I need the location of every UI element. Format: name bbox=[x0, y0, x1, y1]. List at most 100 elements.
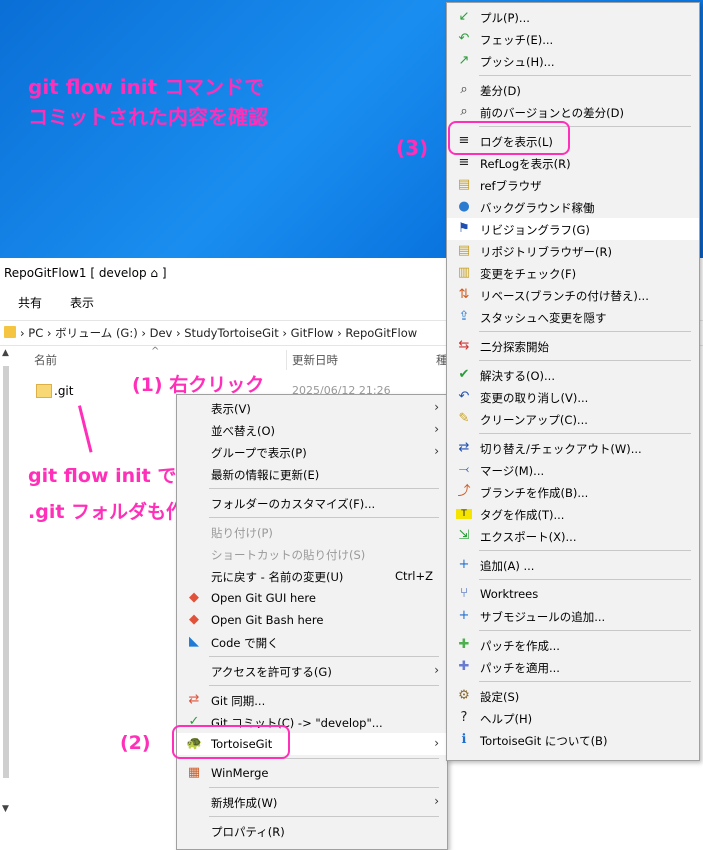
revision-graph-icon: ⚑ bbox=[458, 221, 470, 236]
menu-item-worktrees[interactable]: ⑂ Worktrees bbox=[447, 583, 699, 605]
menu-item-u[interactable]: 元に戻す - 名前の変更(U) Ctrl+Z bbox=[177, 565, 447, 587]
menu-item-15[interactable]: ⇪ スタッシュへ変更を隠す bbox=[447, 306, 699, 328]
pull-icon: ↙ bbox=[458, 9, 470, 24]
menu-item-reflog-r[interactable]: ≡ RefLogを表示(R) bbox=[447, 152, 699, 174]
menu-item-tortoisegit-b[interactable]: ℹ TortoiseGit について(B) bbox=[447, 729, 699, 751]
menu-separator bbox=[479, 75, 691, 76]
menu-item-label: refブラウザ bbox=[480, 179, 542, 193]
menu-item-e[interactable]: 最新の情報に更新(E) bbox=[177, 463, 447, 485]
menu-item-label: フォルダーのカスタマイズ(F)... bbox=[211, 497, 376, 511]
menu-item-label: アクセスを許可する(G) bbox=[211, 665, 332, 679]
menu-item-35[interactable]: ✚ パッチを適用... bbox=[447, 656, 699, 678]
menu-item-label: プッシュ(H)... bbox=[480, 55, 555, 69]
menu-item-g[interactable]: ⚑ リビジョングラフ(G) bbox=[447, 218, 699, 240]
about-icon: ℹ bbox=[461, 732, 467, 747]
menu-item-label: 二分探索開始 bbox=[480, 340, 549, 354]
menu-item-label: フェッチ(E)... bbox=[480, 33, 554, 47]
menu-item-32[interactable]: + サブモジュールの追加... bbox=[447, 605, 699, 627]
git-gui-icon: ◆ bbox=[189, 590, 199, 605]
menu-item-git[interactable]: ⇄ Git 同期... bbox=[177, 689, 447, 711]
scroll-down-icon[interactable]: ▼ bbox=[2, 804, 9, 814]
menu-item-10[interactable]: ● バックグラウンド稼働 bbox=[447, 196, 699, 218]
menu-item-d[interactable]: ⌕ 差分(D) bbox=[447, 79, 699, 101]
menu-item-v[interactable]: 表示(V) › bbox=[177, 397, 447, 419]
explorer-context-menu: 表示(V) › 並べ替え(O) › グループで表示(P) › 最新の情報に更新(E) フォルダ… bbox=[176, 394, 448, 850]
chevron-right-icon: › bbox=[434, 444, 439, 458]
menu-item-d[interactable]: ⌕ 前のバージョンとの差分(D) bbox=[447, 101, 699, 123]
vscode-icon: ◣ bbox=[189, 634, 199, 649]
menu-item-label: バックグラウンド稼働 bbox=[480, 201, 595, 215]
menu-item-f[interactable]: フォルダーのカスタマイズ(F)... bbox=[177, 492, 447, 514]
fetch-icon: ↶ bbox=[458, 31, 470, 46]
menu-item-e[interactable]: ↶ フェッチ(E)... bbox=[447, 28, 699, 50]
menu-item-p[interactable]: グループで表示(P) › bbox=[177, 441, 447, 463]
chevron-right-icon: › bbox=[434, 736, 439, 750]
menu-item-shortcut: Ctrl+Z bbox=[395, 569, 433, 583]
menu-item-w[interactable]: 新規作成(W) › bbox=[177, 791, 447, 813]
tortoisegit-submenu: ↙ プル(P)... ↶ フェッチ(E)... ↗ プッシュ(H)... ⌕ 差分(D) ⌕ 前の… bbox=[446, 2, 700, 761]
ribbon-tab-view[interactable]: 表示 bbox=[70, 294, 94, 311]
menu-item-h[interactable]: ? ヘルプ(H) bbox=[447, 707, 699, 729]
menu-item-m[interactable]: ⤙ マージ(M)... bbox=[447, 459, 699, 481]
menu-item-label: Git 同期... bbox=[211, 694, 266, 708]
note-git-line-1: git flow init で bbox=[28, 465, 177, 487]
note-line-2: コミットされた内容を確認 bbox=[28, 105, 268, 129]
vertical-scrollbar[interactable]: ▲ ▼ bbox=[0, 348, 12, 818]
menu-item-label: Worktrees bbox=[480, 587, 539, 601]
menu-item-x[interactable]: ⇲ エクスポート(X)... bbox=[447, 525, 699, 547]
menu-item-f[interactable]: ▥ 変更をチェック(F) bbox=[447, 262, 699, 284]
menu-item-winmerge[interactable]: ▦ WinMerge bbox=[177, 762, 447, 784]
tag-icon: T bbox=[456, 509, 472, 519]
menu-item-a[interactable]: + 追加(A) ... bbox=[447, 554, 699, 576]
menu-item-s[interactable]: ショートカットの貼り付け(S) bbox=[177, 543, 447, 565]
apply-patch-icon: ✚ bbox=[458, 659, 470, 674]
file-name: .git bbox=[54, 384, 74, 398]
highlight-box-tortoisegit bbox=[172, 725, 290, 759]
menu-item-t[interactable]: T タグを作成(T)... bbox=[447, 503, 699, 525]
menu-item-label: クリーンアップ(C)... bbox=[480, 413, 588, 427]
menu-item-o[interactable]: 並べ替え(O) › bbox=[177, 419, 447, 441]
menu-item-label: 元に戻す - 名前の変更(U) bbox=[211, 570, 344, 584]
menu-item-17[interactable]: ⇆ 二分探索開始 bbox=[447, 335, 699, 357]
menu-separator bbox=[209, 656, 439, 657]
repo-browser-icon: ▤ bbox=[457, 243, 471, 258]
revert-icon: ↶ bbox=[458, 389, 470, 404]
menu-item-v[interactable]: ↶ 変更の取り消し(V)... bbox=[447, 386, 699, 408]
resolve-icon: ✔ bbox=[458, 367, 470, 382]
menu-item-s[interactable]: ⚙ 設定(S) bbox=[447, 685, 699, 707]
menu-item-label: プロパティ(R) bbox=[211, 825, 285, 839]
menu-item-code[interactable]: ◣ Code で開く bbox=[177, 631, 447, 653]
column-header-date[interactable]: 更新日時 bbox=[292, 352, 338, 368]
menu-item-label: プル(P)... bbox=[480, 11, 530, 25]
menu-item-open-git-bash-here[interactable]: ◆ Open Git Bash here bbox=[177, 609, 447, 631]
menu-item-open-git-gui-here[interactable]: ◆ Open Git GUI here bbox=[177, 587, 447, 609]
menu-item-h[interactable]: ↗ プッシュ(H)... bbox=[447, 50, 699, 72]
menu-item-p[interactable]: 貼り付け(P) bbox=[177, 521, 447, 543]
column-divider[interactable] bbox=[286, 350, 287, 370]
menu-item-r[interactable]: ▤ リポジトリブラウザー(R) bbox=[447, 240, 699, 262]
menu-item-c[interactable]: ✎ クリーンアップ(C)... bbox=[447, 408, 699, 430]
bisect-icon: ⇆ bbox=[458, 338, 470, 353]
menu-item-14[interactable]: ⇅ リベース(ブランチの付け替え)... bbox=[447, 284, 699, 306]
note-line-1: git flow init コマンドで bbox=[28, 75, 265, 99]
scroll-up-icon[interactable]: ▲ bbox=[2, 348, 9, 358]
menu-item-label: リポジトリブラウザー(R) bbox=[480, 245, 612, 259]
menu-item-g[interactable]: アクセスを許可する(G) › bbox=[177, 660, 447, 682]
chevron-right-icon: › bbox=[434, 422, 439, 436]
menu-item-r[interactable]: プロパティ(R) bbox=[177, 820, 447, 842]
menu-item-b[interactable]: ⤴ ブランチを作成(B)... bbox=[447, 481, 699, 503]
menu-item-label: 新規作成(W) bbox=[211, 796, 278, 810]
menu-item-w[interactable]: ⇄ 切り替え/チェックアウト(W)... bbox=[447, 437, 699, 459]
menu-item-p[interactable]: ↙ プル(P)... bbox=[447, 6, 699, 28]
menu-item-label: グループで表示(P) bbox=[211, 446, 307, 460]
menu-item-o[interactable]: ✔ 解決する(O)... bbox=[447, 364, 699, 386]
column-header-name[interactable]: 名前 bbox=[34, 352, 57, 368]
menu-separator bbox=[479, 681, 691, 682]
add-icon: + bbox=[458, 557, 470, 572]
ribbon-tab-share[interactable]: 共有 bbox=[18, 294, 42, 311]
menu-item-ref[interactable]: ▤ refブラウザ bbox=[447, 174, 699, 196]
menu-item-label: スタッシュへ変更を隠す bbox=[480, 311, 607, 325]
menu-item-34[interactable]: ✚ パッチを作成... bbox=[447, 634, 699, 656]
scroll-thumb[interactable] bbox=[3, 366, 9, 778]
breadcrumb[interactable]: › PC › ボリューム (G:) › Dev › StudyTortoiseG… bbox=[20, 325, 417, 341]
